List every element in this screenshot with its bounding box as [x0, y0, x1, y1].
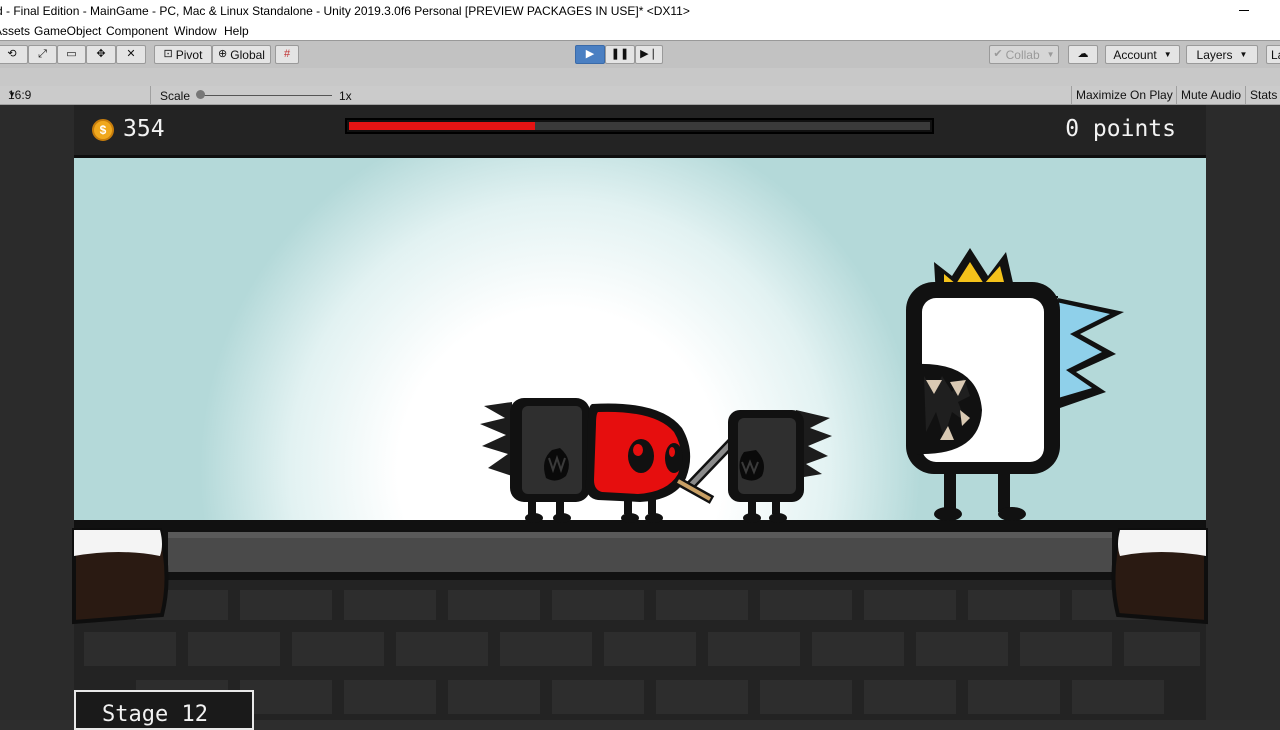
coin-count: 354: [123, 116, 165, 142]
coin-icon: $: [92, 119, 114, 141]
left-snow-ledge: [72, 528, 169, 625]
health-bar-fill: [349, 122, 535, 130]
health-bar: [345, 118, 934, 134]
stage-indicator: Stage 12: [74, 690, 254, 730]
right-snow-ledge: [1111, 528, 1208, 625]
points-label: 0 points: [1065, 116, 1176, 142]
platform: [74, 520, 1206, 580]
game-hud: $ 354 0 points: [74, 105, 1206, 158]
stage-label: Stage 12: [102, 702, 208, 727]
